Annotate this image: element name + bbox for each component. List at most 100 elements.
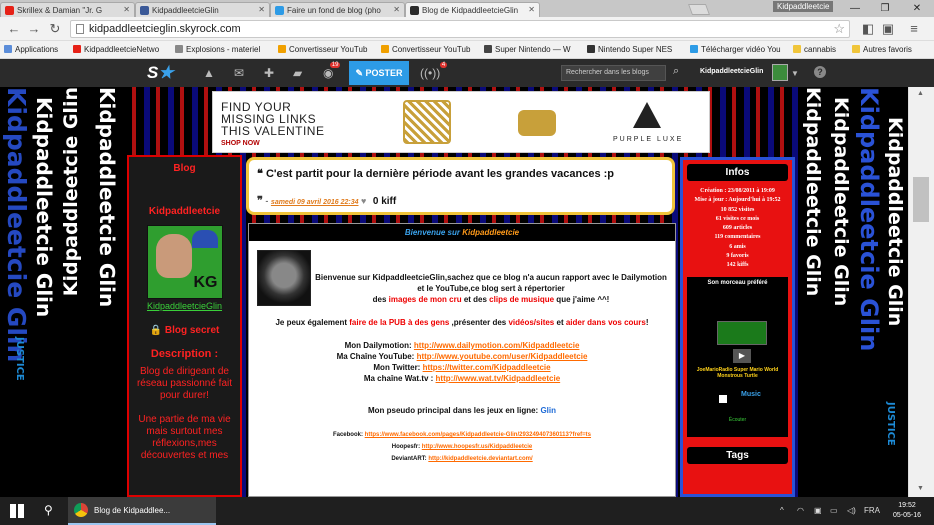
- back-arrow-icon[interactable]: ←: [6, 21, 22, 36]
- twitter-link[interactable]: https://twitter.com/Kidpaddleetcie: [423, 363, 551, 372]
- small-link-row: Facebook: https://www.facebook.com/pages…: [249, 429, 675, 441]
- language-indicator[interactable]: FRA: [864, 506, 880, 515]
- browser-tab-fond-blog[interactable]: Faire un fond de blog (pho ✕: [270, 2, 405, 17]
- folder-icon: [793, 45, 801, 53]
- youtube-link[interactable]: http://www.youtube.com/user/Kidpaddleetc…: [417, 352, 588, 361]
- post-thumbnail-image[interactable]: [257, 250, 311, 306]
- wifi-icon[interactable]: ◠: [797, 506, 804, 515]
- bookmark-item[interactable]: KidpaddleetcieNetwo: [73, 45, 159, 54]
- bookmark-item[interactable]: Convertisseur YouTub: [381, 45, 470, 54]
- bookmark-item[interactable]: cannabis: [793, 45, 836, 54]
- scroll-up-icon[interactable]: ▲: [917, 90, 924, 97]
- minimize-icon[interactable]: —: [840, 0, 870, 17]
- scrollbar-thumb[interactable]: [913, 177, 929, 222]
- intro-highlight: clips de musique: [489, 295, 555, 304]
- chevron-down-icon[interactable]: ▼: [791, 69, 799, 78]
- reload-icon[interactable]: ↻: [47, 21, 63, 37]
- blog-search-input[interactable]: Rechercher dans les blogs: [561, 65, 666, 81]
- outlook-icon[interactable]: ▣: [814, 506, 822, 515]
- play-icon[interactable]: ▶: [733, 348, 751, 363]
- pub-highlight: vidéos/sites: [508, 318, 555, 327]
- views-eye-icon[interactable]: ◉ 19: [323, 62, 341, 80]
- search-icon[interactable]: ⚲: [44, 503, 53, 517]
- tab-close-icon[interactable]: ✕: [393, 5, 400, 14]
- listen-link[interactable]: Écouter: [687, 417, 788, 423]
- info-item: Mise à jour : Aujourd'hui à 19:52: [694, 197, 781, 204]
- window-close-icon[interactable]: ✕: [902, 0, 932, 17]
- address-bar[interactable]: kidpaddleetcieglin.skyrock.com ☆: [70, 20, 850, 38]
- facebook-link[interactable]: https://www.facebook.com/pages/Kidpaddle…: [365, 432, 591, 438]
- help-icon[interactable]: ?: [814, 66, 826, 78]
- volume-icon[interactable]: ◁): [847, 506, 856, 515]
- extension-icon[interactable]: ◧: [860, 21, 876, 37]
- user-avatar[interactable]: [772, 64, 788, 81]
- tab-close-icon[interactable]: ✕: [123, 5, 130, 14]
- ad-banner[interactable]: FIND YOUR MISSING LINKS THIS VALENTINE S…: [212, 91, 710, 153]
- ad-shop-now-link[interactable]: SHOP NOW: [221, 140, 260, 147]
- info-sidebar: Infos Création : 23/08/2011 à 19:09 Mise…: [680, 157, 795, 497]
- pseudo-line: Mon pseudo principal dans les jeux en li…: [249, 406, 675, 415]
- chat-icon[interactable]: ▰: [293, 66, 302, 80]
- mail-icon[interactable]: ✉: [234, 66, 244, 80]
- skyrock-logo-icon[interactable]: S★: [147, 63, 174, 83]
- bookmark-item[interactable]: Convertisseur YouTub: [278, 45, 367, 54]
- windows-taskbar: ⚲ Blog de Kidpaddlee... ^ ◠ ▣ ▭ ◁) FRA 1…: [0, 497, 934, 525]
- chrome-menu-icon[interactable]: ≡: [906, 21, 922, 36]
- username-label[interactable]: KidpaddleetcieGlin: [700, 68, 763, 75]
- ad-headline-line: THIS VALENTINE: [221, 124, 325, 138]
- heart-icon[interactable]: ♥: [361, 196, 366, 206]
- friends-icon[interactable]: ✚: [264, 66, 274, 80]
- post-date-link[interactable]: samedi 09 avril 2016 22:34: [271, 199, 359, 206]
- browser-tab-blog-active[interactable]: Blog de KidpaddleetcieGlin ✕: [405, 2, 540, 17]
- battery-icon[interactable]: ▭: [830, 506, 838, 515]
- info-item: 609 articles: [722, 225, 753, 232]
- taskbar-chrome-window[interactable]: Blog de Kidpaddlee...: [68, 497, 216, 525]
- cast-icon[interactable]: ▣: [880, 21, 896, 37]
- tab-title: Faire un fond de blog (pho: [287, 6, 381, 15]
- song-cover-image[interactable]: [717, 320, 767, 345]
- pub-text: ,présenter des: [449, 318, 509, 327]
- system-clock[interactable]: 19:52 05-05-16: [893, 501, 921, 521]
- bookmark-item[interactable]: Explosions - materiel: [175, 45, 260, 54]
- radio-icon[interactable]: ((•)) 4: [420, 62, 448, 80]
- new-tab-button[interactable]: [687, 4, 711, 15]
- browser-tab-facebook[interactable]: KidpaddleetcieGlin ✕: [135, 2, 270, 17]
- info-item: 119 commentaires: [714, 234, 761, 241]
- facebook-favicon-icon: [140, 6, 149, 15]
- forward-arrow-icon[interactable]: →: [26, 21, 42, 36]
- bookmark-item[interactable]: Télécharger vidéo You: [690, 45, 781, 54]
- folder-icon: [852, 45, 860, 53]
- info-item: 9 favoris: [726, 253, 749, 260]
- hoopesfr-link[interactable]: http://www.hoopesfr.us/Kidpaddleetcie: [422, 444, 532, 450]
- bookmark-item[interactable]: Applications: [4, 45, 58, 54]
- windows-start-icon[interactable]: [10, 504, 24, 518]
- bookmark-item[interactable]: Nintendo Super NES: [587, 45, 672, 54]
- add-icon[interactable]: [719, 394, 727, 403]
- wattv-link[interactable]: http://www.wat.tv/Kidpaddleetcie: [436, 374, 561, 383]
- tab-close-icon[interactable]: ✕: [258, 5, 265, 14]
- page-scrollbar[interactable]: ▲ ▼: [908, 87, 934, 497]
- maximize-icon[interactable]: ❐: [870, 0, 900, 17]
- alert-icon[interactable]: ▲: [203, 66, 215, 80]
- browser-tab-youtube[interactable]: Skrillex & Damian "Jr. G ✕: [0, 2, 135, 17]
- song-track-title[interactable]: JoeMarioRadio Super Mario World Monstrou…: [687, 367, 788, 379]
- side-text: Kidpaddleetcie Glin: [60, 87, 82, 297]
- side-text-small: JUSTICE: [14, 337, 25, 381]
- dailymotion-link[interactable]: http://www.dailymotion.com/Kidpaddleetci…: [414, 341, 580, 350]
- tab-close-icon[interactable]: ✕: [528, 5, 535, 14]
- social-link-row: Mon Dailymotion: http://www.dailymotion.…: [249, 340, 675, 351]
- profile-username-link[interactable]: KidpaddleetcieGlin: [129, 301, 240, 311]
- post-title[interactable]: ❝ C'est partit pour la dernière période …: [257, 167, 667, 180]
- profile-name-badge[interactable]: Kidpaddleetcie: [773, 1, 834, 12]
- tray-chevron-icon[interactable]: ^: [780, 506, 784, 515]
- intro-text: et des: [461, 295, 490, 304]
- blog-secret-label: 🔒 Blog secret: [129, 325, 240, 336]
- bookmark-item[interactable]: Super Nintendo — W: [484, 45, 571, 54]
- search-icon[interactable]: ⌕: [673, 65, 679, 78]
- deviantart-link[interactable]: http://kidpaddleetcie.deviantart.com/: [428, 456, 532, 462]
- bookmark-star-icon[interactable]: ☆: [833, 21, 845, 37]
- other-bookmarks[interactable]: Autres favoris: [852, 45, 912, 54]
- scroll-down-icon[interactable]: ▼: [917, 485, 924, 492]
- poster-button[interactable]: ✎ POSTER: [349, 61, 409, 85]
- profile-avatar[interactable]: KG: [146, 225, 223, 299]
